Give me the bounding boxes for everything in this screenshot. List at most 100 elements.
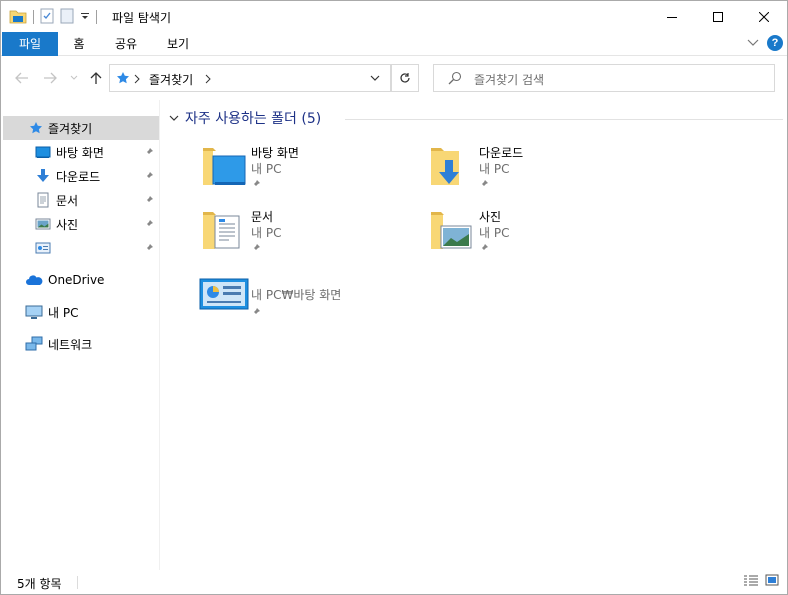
title-bar: 파일 탐색기 bbox=[1, 1, 787, 32]
window-title: 파일 탐색기 bbox=[112, 11, 172, 25]
toolbar-divider bbox=[96, 10, 97, 24]
control-panel-icon bbox=[199, 276, 249, 324]
view-switcher bbox=[743, 574, 779, 589]
tile-name: 바탕 화면 bbox=[251, 146, 299, 160]
details-view-icon[interactable] bbox=[743, 574, 759, 589]
star-icon bbox=[116, 71, 130, 88]
folder-tile-desktop-path[interactable]: 내 PC₩바탕 화면 bbox=[199, 276, 419, 330]
sidebar-item-this-pc[interactable]: 내 PC bbox=[3, 300, 159, 324]
sidebar-item-control-panel[interactable] bbox=[3, 236, 159, 260]
chevron-right-icon[interactable] bbox=[134, 73, 140, 87]
sidebar-item-desktop[interactable]: 바탕 화면 bbox=[3, 140, 159, 164]
desktop-icon bbox=[34, 143, 52, 161]
tab-share[interactable]: 공유 bbox=[100, 32, 152, 56]
group-title: 자주 사용하는 폴더 (5) bbox=[185, 111, 322, 127]
sidebar-item-label: 네트워크 bbox=[48, 337, 93, 352]
toolbar-divider bbox=[33, 10, 34, 24]
pin-icon[interactable] bbox=[144, 146, 154, 160]
onedrive-icon bbox=[25, 271, 43, 289]
pin-icon[interactable] bbox=[251, 242, 261, 256]
sidebar-item-network[interactable]: 네트워크 bbox=[3, 332, 159, 356]
sidebar-item-label: OneDrive bbox=[48, 273, 105, 287]
ribbon-tabs: 파일 홈 공유 보기 ? bbox=[1, 32, 787, 56]
large-icons-view-icon[interactable] bbox=[765, 574, 779, 589]
maximize-button[interactable] bbox=[695, 1, 741, 32]
pin-icon[interactable] bbox=[144, 170, 154, 184]
properties-icon[interactable] bbox=[40, 8, 54, 27]
back-button[interactable] bbox=[13, 69, 31, 87]
control-panel-icon bbox=[34, 239, 52, 257]
up-button[interactable] bbox=[87, 69, 105, 87]
document-folder-icon bbox=[201, 206, 249, 254]
sidebar-item-label: 바탕 화면 bbox=[56, 145, 104, 160]
folder-tile-pictures[interactable]: 사진 내 PC bbox=[429, 206, 649, 260]
folder-tile-downloads[interactable]: 다운로드 내 PC bbox=[429, 142, 649, 196]
navigation-bar: 즐겨찾기 즐겨찾기 검색 bbox=[1, 57, 787, 99]
pin-icon[interactable] bbox=[251, 306, 261, 320]
status-divider bbox=[77, 576, 78, 589]
expand-ribbon-icon[interactable] bbox=[747, 36, 759, 50]
sidebar-item-label: 다운로드 bbox=[56, 169, 101, 184]
search-box[interactable]: 즐겨찾기 검색 bbox=[433, 64, 775, 92]
sidebar-item-label: 사진 bbox=[56, 217, 79, 232]
sidebar-item-quick-access[interactable]: 즐겨찾기 bbox=[3, 116, 159, 140]
picture-folder-icon bbox=[429, 206, 477, 254]
sidebar-item-onedrive[interactable]: OneDrive bbox=[3, 268, 159, 292]
picture-icon bbox=[34, 215, 52, 233]
tab-view[interactable]: 보기 bbox=[152, 32, 204, 56]
refresh-button[interactable] bbox=[391, 64, 419, 92]
tile-name: 사진 bbox=[479, 210, 502, 224]
sidebar-item-pictures[interactable]: 사진 bbox=[3, 212, 159, 236]
quick-access-toolbar bbox=[9, 8, 103, 26]
sidebar-item-label: 문서 bbox=[56, 193, 79, 208]
sidebar-item-label: 즐겨찾기 bbox=[48, 121, 93, 136]
sidebar-item-documents[interactable]: 문서 bbox=[3, 188, 159, 212]
close-button[interactable] bbox=[741, 1, 787, 32]
status-bar: 5개 항목 bbox=[1, 571, 787, 594]
tile-location: 내 PC bbox=[251, 226, 282, 240]
minimize-button[interactable] bbox=[649, 1, 695, 32]
tile-name: 다운로드 bbox=[479, 146, 524, 160]
recent-locations-icon[interactable] bbox=[65, 69, 83, 87]
sidebar-item-label: 내 PC bbox=[48, 305, 79, 320]
tab-file[interactable]: 파일 bbox=[2, 32, 58, 56]
pin-icon[interactable] bbox=[479, 178, 489, 192]
pin-icon[interactable] bbox=[144, 242, 154, 256]
tile-location: 내 PC bbox=[479, 226, 510, 240]
desktop-folder-icon bbox=[201, 142, 249, 190]
tile-location: 내 PC bbox=[479, 162, 510, 176]
item-count: 5개 항목 bbox=[17, 577, 62, 591]
group-divider bbox=[345, 119, 783, 120]
address-dropdown-button[interactable] bbox=[359, 64, 391, 92]
network-icon bbox=[25, 335, 43, 353]
new-folder-icon[interactable] bbox=[60, 8, 74, 27]
tab-home[interactable]: 홈 bbox=[58, 32, 100, 56]
tile-name: 문서 bbox=[251, 210, 274, 224]
pin-icon[interactable] bbox=[251, 178, 261, 192]
folder-tile-documents[interactable]: 문서 내 PC bbox=[201, 206, 421, 260]
pc-icon bbox=[25, 303, 43, 321]
address-bar[interactable]: 즐겨찾기 bbox=[109, 64, 391, 92]
pin-icon[interactable] bbox=[144, 194, 154, 208]
tile-name: 내 PC₩바탕 화면 bbox=[251, 288, 342, 302]
pin-icon[interactable] bbox=[144, 218, 154, 232]
chevron-right-icon[interactable] bbox=[205, 73, 211, 87]
chevron-down-icon[interactable] bbox=[169, 111, 179, 125]
folder-app-icon bbox=[9, 8, 27, 27]
group-header[interactable]: 자주 사용하는 폴더 (5) bbox=[169, 108, 321, 128]
star-icon bbox=[27, 119, 45, 137]
customize-dropdown-icon[interactable] bbox=[80, 10, 90, 24]
document-icon bbox=[34, 191, 52, 209]
help-button[interactable]: ? bbox=[767, 35, 783, 51]
search-placeholder: 즐겨찾기 검색 bbox=[474, 73, 545, 87]
forward-button[interactable] bbox=[41, 69, 59, 87]
address-crumb[interactable]: 즐겨찾기 bbox=[149, 71, 193, 88]
navigation-pane: 즐겨찾기 바탕 화면 다운로드 문서 사진 OneDrive 내 PC 네트워크 bbox=[1, 100, 160, 570]
sidebar-item-downloads[interactable]: 다운로드 bbox=[3, 164, 159, 188]
tile-location: 내 PC bbox=[251, 162, 282, 176]
search-icon bbox=[448, 71, 462, 88]
pin-icon[interactable] bbox=[479, 242, 489, 256]
download-icon bbox=[34, 167, 52, 185]
folder-tile-desktop[interactable]: 바탕 화면 내 PC bbox=[201, 142, 421, 196]
download-folder-icon bbox=[429, 142, 477, 190]
